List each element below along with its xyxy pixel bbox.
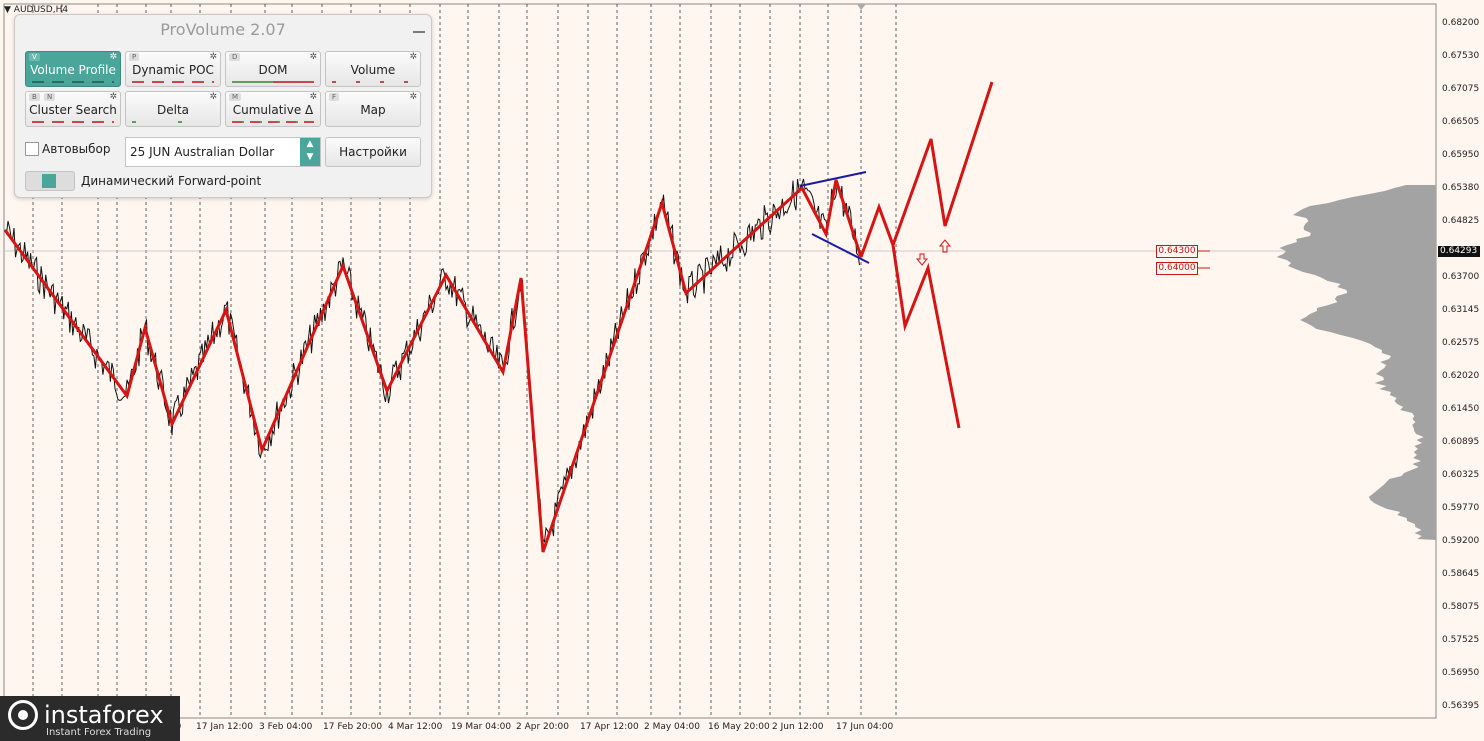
module-volume-profile[interactable]: V ✲ Volume Profile: [25, 51, 121, 87]
price-tick: 0.61450: [1442, 404, 1480, 414]
gear-icon[interactable]: ✲: [109, 52, 117, 62]
module-dynamic-poc[interactable]: P ✲ Dynamic POC: [125, 51, 221, 87]
price-tick: 0.58645: [1442, 569, 1480, 579]
time-tick: 2 Apr 20:00: [516, 722, 569, 732]
spinner-arrows-icon[interactable]: ▲ ▼: [300, 138, 320, 166]
price-tick: 0.58075: [1442, 602, 1480, 612]
logo-icon: [8, 700, 38, 730]
gear-icon[interactable]: ✲: [109, 92, 117, 102]
panel-title: ProVolume 2.07: [160, 20, 286, 39]
price-tick: 0.67075: [1442, 84, 1480, 94]
time-tick: 17 Feb 20:00: [323, 722, 383, 732]
module-cumulative-delta[interactable]: M ✲ Cumulative Δ: [225, 91, 321, 127]
minimize-icon[interactable]: [413, 31, 425, 33]
gear-icon[interactable]: ✲: [309, 92, 317, 102]
autoselect-checkbox[interactable]: [25, 142, 39, 156]
time-tick: 4 Mar 12:00: [388, 722, 443, 732]
logo-name: instaforex: [44, 701, 164, 729]
gear-icon[interactable]: ✲: [409, 92, 417, 102]
instrument-select[interactable]: 25 JUN Australian Dollar ▲ ▼: [125, 137, 321, 167]
price-tick: 0.66505: [1442, 117, 1480, 127]
time-tick: 16 May 20:00: [708, 722, 770, 732]
price-tick: 0.64825: [1442, 216, 1480, 226]
time-tick: 2 May 04:00: [644, 722, 700, 732]
provolume-panel: ProVolume 2.07 V ✲ Volume Profile P ✲ Dy…: [14, 14, 432, 198]
current-price-tag: 0.64293: [1438, 246, 1480, 257]
indicator-dashes: [32, 121, 114, 123]
module-map[interactable]: F ✲ Map: [325, 91, 421, 127]
time-tick: 19 Mar 04:00: [451, 722, 512, 732]
indicator-dashes: [232, 121, 314, 123]
forward-point-toggle[interactable]: [25, 171, 75, 191]
price-tick: 0.59200: [1442, 536, 1480, 546]
price-tick: 0.60325: [1442, 470, 1480, 480]
gear-icon[interactable]: ✲: [209, 92, 217, 102]
module-delta[interactable]: ✲ Delta: [125, 91, 221, 127]
price-tick: 0.59770: [1442, 503, 1480, 513]
indicator-dots: [332, 81, 414, 83]
settings-button[interactable]: Настройки: [325, 137, 421, 167]
forward-point-label: Динамический Forward-point: [81, 174, 262, 188]
price-tick: 0.65950: [1442, 150, 1480, 160]
price-tick: 0.62020: [1442, 371, 1480, 381]
time-tick: 2 Jun 12:00: [772, 722, 824, 732]
indicator-dashes: [32, 81, 114, 83]
indicator-dots: [132, 121, 214, 123]
time-tick: 17 Jan 12:00: [196, 722, 253, 732]
autoselect-label: Автовыбор: [42, 142, 111, 156]
indicator-dashes: [132, 81, 214, 83]
gear-icon[interactable]: ✲: [409, 52, 417, 62]
level-tag-2: 0.64000: [1156, 262, 1198, 275]
price-tick: 0.63700: [1442, 272, 1480, 282]
indicator-bar: [232, 81, 314, 83]
price-tick: 0.56395: [1442, 701, 1480, 711]
module-dom[interactable]: D ✲ DOM: [225, 51, 321, 87]
time-tick: 3 Feb 04:00: [259, 722, 313, 732]
logo-tagline: Instant Forex Trading: [46, 727, 152, 738]
price-tick: 0.57525: [1442, 635, 1480, 645]
price-tick: 0.56950: [1442, 668, 1480, 678]
price-tick: 0.62575: [1442, 338, 1480, 348]
gear-icon[interactable]: ✲: [209, 52, 217, 62]
level-tag-1: 0.64300: [1156, 245, 1198, 258]
price-tick: 0.67530: [1442, 51, 1480, 61]
module-cluster-search[interactable]: B N ✲ Cluster Search: [25, 91, 121, 127]
instaforex-logo: instaforex Instant Forex Trading: [0, 696, 180, 741]
price-tick: 0.63145: [1442, 305, 1480, 315]
time-tick: 17 Apr 12:00: [580, 722, 639, 732]
dropdown-triangle-icon[interactable]: ▼: [4, 5, 14, 15]
price-tick: 0.60895: [1442, 437, 1480, 447]
gear-icon[interactable]: ✲: [309, 52, 317, 62]
time-tick: 17 Jun 04:00: [836, 722, 894, 732]
price-tick: 0.65380: [1442, 183, 1480, 193]
price-tick: 0.68200: [1442, 18, 1480, 28]
module-volume[interactable]: ✲ Volume: [325, 51, 421, 87]
